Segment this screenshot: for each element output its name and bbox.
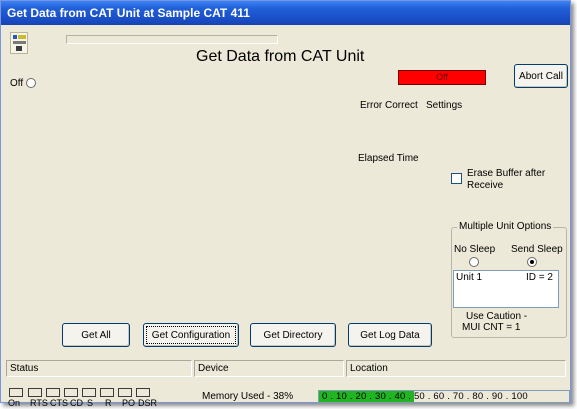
led-rts [28, 388, 42, 397]
get-all-button[interactable]: Get All [62, 323, 130, 347]
location-panel: Location [346, 360, 566, 377]
led-cd [64, 388, 78, 397]
led-label-cd: CD [70, 398, 83, 408]
call-status-indicator: Off [398, 70, 486, 85]
send-sleep-radio[interactable] [527, 257, 537, 267]
cat-unit-icon [10, 32, 28, 54]
led-label-po: PO [122, 398, 136, 408]
memory-used-label: Memory Used - 38% [202, 391, 294, 402]
page-title: Get Data from CAT Unit [196, 48, 365, 65]
led-dsr [136, 388, 150, 397]
unit-listbox[interactable]: Unit 1 ID = 2 [453, 270, 559, 308]
led-r [100, 388, 114, 397]
erase-buffer-checkbox[interactable] [451, 173, 462, 184]
led-s [82, 388, 96, 397]
device-panel: Device [194, 360, 344, 377]
abort-call-button[interactable]: Abort Call [514, 64, 568, 88]
connection-status-radio [26, 78, 36, 88]
window-title: Get Data from CAT Unit at Sample CAT 411 [1, 1, 570, 25]
connection-status-label: Off [10, 78, 24, 89]
no-sleep-label: No Sleep [454, 244, 496, 255]
get-configuration-button[interactable]: Get Configuration [143, 323, 239, 347]
error-correct-label: Error Correct [360, 100, 418, 111]
memory-scale-labels: 0 . 10 . 20 . 30 . 40 . 50 . 60 . 70 . 8… [322, 391, 528, 402]
settings-label: Settings [426, 100, 463, 111]
send-sleep-label: Send Sleep [511, 244, 563, 255]
memory-used-bar: 0 . 10 . 20 . 30 . 40 . 50 . 60 . 70 . 8… [318, 390, 570, 403]
no-sleep-radio[interactable] [469, 257, 479, 267]
unit-list-item-id[interactable]: ID = 2 [526, 272, 553, 283]
led-label-r: R [105, 398, 112, 408]
led-label-rts: RTS [30, 398, 48, 408]
erase-buffer-label-line1: Erase Buffer after [467, 168, 546, 179]
led-on [9, 388, 23, 397]
led-po [118, 388, 132, 397]
led-label-on: On [8, 398, 21, 408]
led-cts [46, 388, 60, 397]
status-panel: Status [6, 360, 192, 377]
erase-buffer-label-line2: Receive [467, 180, 504, 191]
transfer-progress-bar [66, 35, 278, 44]
caution-label-line2: MUI CNT = 1 [462, 322, 521, 333]
unit-list-item-name[interactable]: Unit 1 [456, 272, 482, 283]
elapsed-time-label: Elapsed Time [358, 153, 419, 164]
multiple-unit-options-title: Multiple Unit Options [457, 221, 554, 232]
get-log-data-button[interactable]: Get Log Data [348, 323, 432, 347]
led-label-dsr: DSR [138, 398, 158, 408]
led-label-cts: CTS [50, 398, 68, 408]
status-bar: Status Device Location [6, 360, 566, 377]
led-label-s: S [87, 398, 94, 408]
get-directory-button[interactable]: Get Directory [250, 323, 336, 347]
caution-label-line1: Use Caution - [466, 311, 528, 322]
